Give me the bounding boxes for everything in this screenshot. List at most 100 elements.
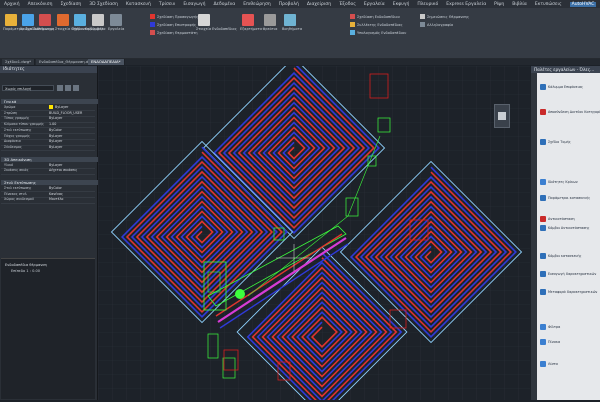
ribbon-button[interactable]: Υπόμνημα [37,14,54,31]
view-cube[interactable] [494,104,510,128]
tab-underfloor[interactable]: ΕΝΔΟΔΑΠΕΔΙΑ* [88,59,125,65]
tool-label: Κόμβοι Αντικατάστασης [548,226,590,230]
ribbon-button[interactable]: Εργαλεία [108,14,124,31]
ribbon-button[interactable]: Φρεάτια [262,14,278,31]
tool-palette-item[interactable]: Αντικατάσταση [540,216,575,222]
menu-bar: Αρχική Απεικόνιση Σχεδίαση 3D Σχεδίαση Κατασ… [0,0,600,8]
ribbon-button[interactable]: Στοιχεία Ενδοδαπέδιας [196,14,237,31]
property-key: Διαφάνεια [4,139,21,144]
ribbon-item-thermostat[interactable]: Σχεδίαση Θερμοστάτη [150,30,198,35]
tool-palette-item[interactable]: Φίλτρα [540,324,560,330]
select-objects-icon[interactable] [65,85,71,91]
tree-level[interactable]: Επίπεδο 1 : 0.00 [11,269,40,273]
property-key: Χρώμα [4,105,16,109]
ribbon-item-correspondence[interactable]: Αλληλογραφία [420,22,453,27]
tool-palette-item[interactable]: Παράμετροι κατασκευής [540,195,590,201]
menu-item[interactable]: Προβολή [279,2,299,7]
property-row[interactable]: Χώρος συνδεσμού Μοντέλο [1,197,95,204]
menu-item[interactable]: Εισαγωγή [183,2,205,7]
menu-item[interactable]: Διαχείριση [307,2,331,7]
tool-icon [540,109,546,115]
property-value: ByLayer [49,105,68,110]
property-row[interactable]: Σκιάσεις σκιάς Δέχεται σκιάσεις [1,168,95,175]
ribbon-item-collector[interactable]: Συλλέκτης Ενδοδαπέδιας [350,22,403,27]
ribbon-item-underfloor[interactable]: Σχεδίαση Ενδοδαπέδιου [350,14,400,19]
property-value: ByColor [49,186,62,191]
tool-palette-item[interactable]: Κόμβοι κατασκευής [540,253,582,259]
ribbon-item-notes[interactable]: Σημειώσεις Θέρμανσης [420,14,469,19]
menu-item[interactable]: Εκφυγή [393,2,410,7]
property-value-text: 1.00 [49,122,57,127]
menu-item[interactable]: Ρίψη [494,2,504,7]
tool-label: Αποσύνδεση Δικτύου Κατηγορίας [548,110,600,114]
ribbon-button[interactable]: Σύμβολα [90,14,106,31]
ribbon-button-icon [110,14,122,26]
menu-item[interactable]: Αρχική [4,2,20,7]
menu-item[interactable]: Απεικόνιση [28,2,53,7]
tool-palette-item[interactable]: Λίστα [540,361,558,367]
tab-drawing1[interactable]: Σχέδιο1.dwg* [2,59,36,65]
menu-item[interactable]: AutoHVAC [569,1,597,7]
tool-label: Κόμβοι κατασκευής [548,254,582,258]
ribbon-button-icon [22,14,34,26]
property-value: ByLayer [49,116,62,121]
menu-item[interactable]: Τρίσειν [159,2,175,7]
tool-palette-item[interactable]: Σχέδιο Τομής [540,139,571,145]
tool-icon [540,361,546,367]
property-row[interactable]: Σύνδεσμος ByLayer [1,145,95,152]
tool-label: Κάλυμμα Επιφάνειας [548,85,583,89]
property-value: 1.00 [49,122,56,127]
menu-item[interactable]: Βιβλία [512,2,527,7]
menu-item[interactable]: Κατασκευή [126,2,151,7]
properties-section-header[interactable]: Γενικά [1,99,98,104]
color-swatch [49,105,53,109]
ribbon-button-label: Εργαλεία [108,27,125,31]
ribbon-item-supply[interactable]: Σχεδίαση Προσαγωγής [150,14,198,19]
properties-section-header[interactable]: Στυλ Εκτύπωσης [1,180,98,185]
menu-item[interactable]: Εκτυπώσεις [535,2,562,7]
ribbon: Παράμετροι Σχεδίου Χρώμα Σωλήνωσης Υπόμνημ… [0,8,600,65]
tool-palette-item[interactable]: Πίνακα [540,339,560,345]
menu-item[interactable]: Express Εργαλεία [446,2,486,7]
selection-dropdown[interactable]: Χωρίς επιλογή [2,85,54,91]
ribbon-button-icon [92,14,104,26]
property-value: Μοντέλο [49,197,63,202]
property-key: Κλίμακα τύπου γραμμής [4,122,44,127]
tool-palette-item[interactable]: Ιδιότητες Κρίκων [540,179,578,185]
quick-select-icon[interactable] [57,85,63,91]
tool-palette-item[interactable]: Κάλυμμα Επιφάνειας [540,84,583,90]
properties-toolbar [57,85,79,91]
properties-section-header[interactable]: 3D Απεικόνιση [1,156,98,162]
property-value-text: ByLayer [49,162,63,167]
menu-item[interactable]: Επιθεώρηση [243,2,270,7]
tree-root[interactable]: Ενδοδαπέδια θέρμανση [5,263,47,267]
grid-background [98,66,530,400]
ribbon-button-label: Βοηθήματα [282,27,303,31]
drawing-canvas[interactable] [98,56,530,402]
menu-item[interactable]: Πλευρικό [417,2,438,7]
ribbon-button[interactable]: Εξαρτήματα [240,14,262,31]
ribbon-item-calc[interactable]: Υπολογισμός Ενδοδαπέδιου [350,30,406,35]
ribbon-button[interactable]: Παράμετροι Σχεδίου [3,14,39,31]
ribbon-item-label: Σχεδίαση Προσαγωγής [157,14,199,19]
tool-palette-item[interactable]: Κόμβοι Αντικατάστασης [540,225,590,231]
menu-item[interactable]: Εργαλεία [364,2,385,7]
ribbon-button[interactable]: Χρώμα Σωλήνωσης [20,14,54,31]
tool-palette-item[interactable]: Αποσύνδεση Δικτύου Κατηγορίας [540,109,600,115]
ribbon-button-label: Φρεάτια [262,27,278,31]
menu-item[interactable]: 3D Σχεδίαση [89,2,118,7]
tool-icon [540,216,546,222]
ribbon-button[interactable]: Σχέδιο Καλοριφέρ [72,14,103,31]
menu-item[interactable]: Δεδομένα [213,2,235,7]
ribbon-button[interactable]: Βοηθήματα [282,14,303,31]
tool-palette-item[interactable]: Μεταφορά Χαρακτηριστικών [540,289,597,295]
ribbon-item-return[interactable]: Σχεδίαση Επιστροφής [150,22,196,27]
tool-icon [540,339,546,345]
toggle-pickadd-icon[interactable] [73,85,79,91]
ribbon-button[interactable]: Στοιχεία Θέρμανσης [55,14,91,31]
menu-item[interactable]: Σχεδίαση [60,2,81,7]
property-value: ByLayer [49,163,62,168]
property-value: ByLayer [49,145,62,150]
menu-item[interactable]: Έξοδος [339,2,356,7]
tool-palette-item[interactable]: Εισαγωγή Χαρακτηριστικών [540,271,596,277]
